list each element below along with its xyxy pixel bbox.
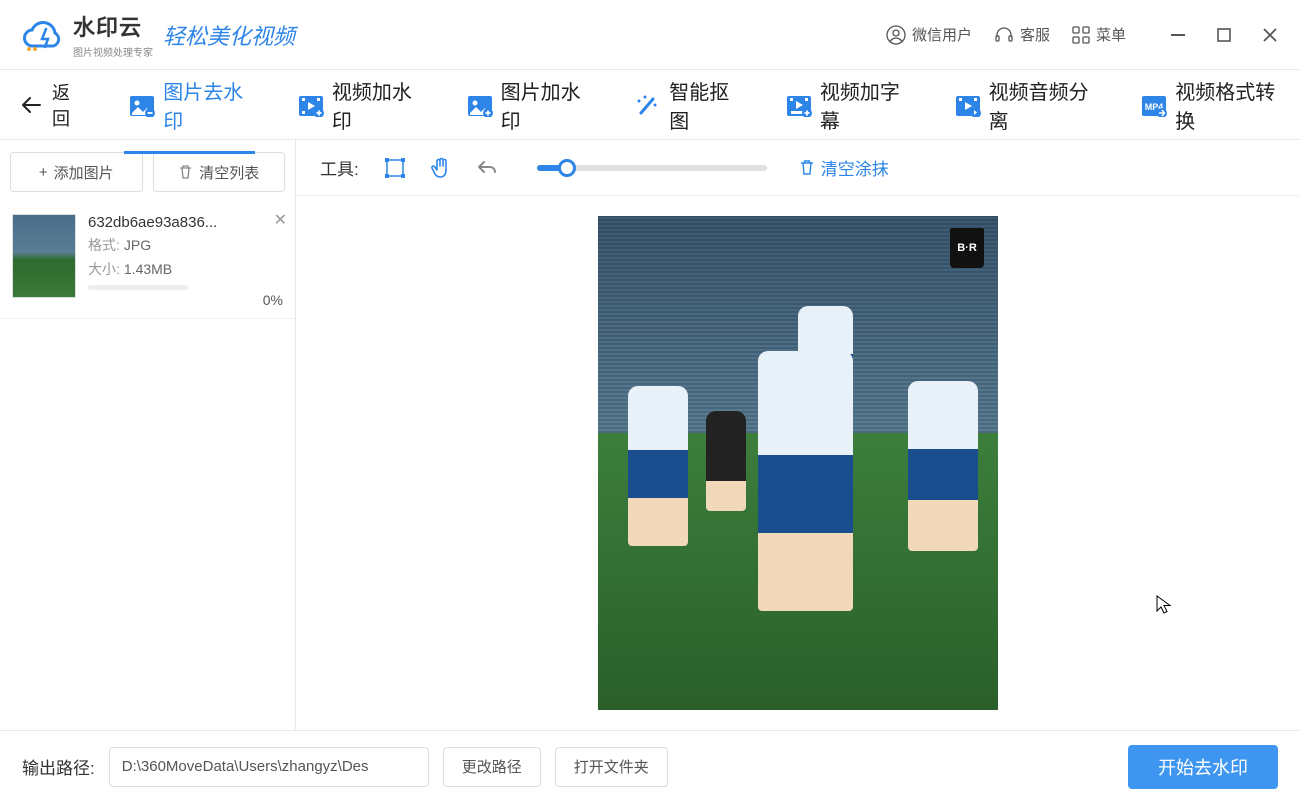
headset-icon [994,25,1014,45]
tab-video-subtitle[interactable]: 视频加字幕 [786,56,907,154]
undo-button[interactable] [473,154,501,182]
arrow-left-icon [20,96,42,114]
video-audio-icon [955,95,979,115]
select-rect-tool[interactable] [381,154,409,182]
user-icon [886,25,906,45]
image-icon [129,95,153,115]
clear-list-button[interactable]: 清空列表 [153,152,286,192]
cursor-icon [1156,595,1172,615]
tab-video-add-watermark[interactable]: 视频加水印 [298,56,419,154]
support-button[interactable]: 客服 [994,24,1050,45]
output-path-input[interactable]: D:\360MoveData\Users\zhangyz\Des [109,747,429,787]
tabs-bar: 返回 图片去水印 视频加水印 图片加水印 智能抠图 视频加字幕 视频音频分离 M… [0,70,1300,140]
video-subtitle-icon [786,95,810,115]
mp4-icon: MP4 [1141,95,1165,115]
image-plus-icon [467,95,491,115]
file-info: 632db6ae93a836... 格式:JPG 大小:1.43MB 0% [88,214,283,308]
output-path-label: 输出路径: [22,754,95,779]
slider-thumb[interactable] [558,159,576,177]
brush-size-slider[interactable] [537,165,767,171]
tab-image-add-watermark[interactable]: 图片加水印 [467,56,588,154]
file-size: 大小:1.43MB [88,259,283,279]
start-remove-watermark-button[interactable]: 开始去水印 [1128,745,1278,789]
close-button[interactable] [1260,25,1280,45]
app-slogan: 轻松美化视频 [163,19,295,51]
remove-file-button[interactable]: ✕ [274,210,287,230]
trash-icon [799,159,815,176]
tab-video-format[interactable]: MP4 视频格式转换 [1141,56,1280,154]
sidebar: + 添加图片 清空列表 632db6ae93a836... 格式:JPG 大小:… [0,140,296,730]
tab-image-remove-watermark[interactable]: 图片去水印 [129,56,250,154]
hand-tool[interactable] [427,154,455,182]
wechat-user-button[interactable]: 微信用户 [886,24,972,45]
clear-smear-button[interactable]: 清空涂抹 [799,155,889,180]
add-image-button[interactable]: + 添加图片 [10,152,143,192]
magic-wand-icon [635,95,659,115]
trash-icon [178,164,193,180]
logo-text: 水印云 图片视频处理专家 [73,10,153,59]
file-format: 格式:JPG [88,235,283,255]
menu-button[interactable]: 菜单 [1072,24,1126,45]
grid-icon [1072,26,1090,44]
file-name: 632db6ae93a836... [88,214,283,231]
preview-image[interactable]: B·R [598,216,998,710]
file-list: 632db6ae93a836... 格式:JPG 大小:1.43MB 0% ✕ [0,204,295,730]
window-controls [1168,25,1280,45]
tab-smart-cutout[interactable]: 智能抠图 [635,56,738,154]
toolbar-label: 工具: [320,155,359,180]
bottom-bar: 输出路径: D:\360MoveData\Users\zhangyz\Des 更… [0,730,1300,802]
canvas-area: 工具: 清空涂抹 B·R [296,140,1300,730]
logo-icon [20,15,65,55]
file-thumbnail [12,214,76,298]
back-button[interactable]: 返回 [20,79,81,131]
plus-icon: + [39,164,48,181]
maximize-button[interactable] [1214,25,1234,45]
open-folder-button[interactable]: 打开文件夹 [555,747,668,787]
file-item[interactable]: 632db6ae93a836... 格式:JPG 大小:1.43MB 0% ✕ [0,204,295,319]
logo-area: 水印云 图片视频处理专家 轻松美化视频 [20,10,886,59]
change-path-button[interactable]: 更改路径 [443,747,541,787]
watermark-badge: B·R [950,228,984,268]
main-area: + 添加图片 清空列表 632db6ae93a836... 格式:JPG 大小:… [0,140,1300,730]
app-name: 水印云 [73,10,153,42]
canvas[interactable]: B·R [296,196,1300,730]
tab-video-audio-split[interactable]: 视频音频分离 [955,56,1094,154]
minimize-button[interactable] [1168,25,1188,45]
title-actions: 微信用户 客服 菜单 [886,24,1280,45]
file-progress: 0% [88,285,283,308]
video-icon [298,95,322,115]
